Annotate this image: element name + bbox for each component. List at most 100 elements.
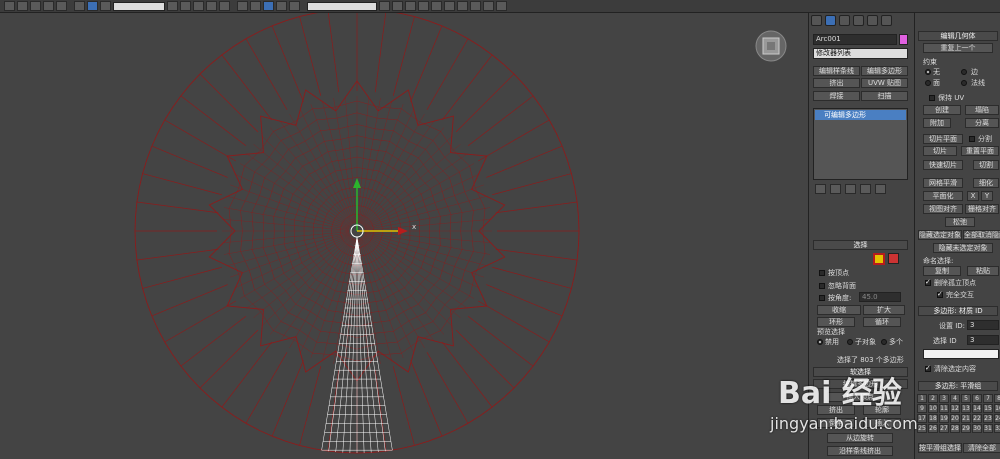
extrude-modifier-button[interactable]: 挤出	[813, 78, 860, 88]
collapse-button[interactable]: 塌陷	[965, 105, 999, 115]
create-tab-icon[interactable]	[811, 15, 822, 26]
split-checkbox[interactable]	[969, 136, 975, 142]
smoothing-group-25-button[interactable]: 25	[917, 424, 927, 433]
smoothing-group-9-button[interactable]: 9	[917, 404, 927, 413]
smoothing-group-18-button[interactable]: 18	[928, 414, 938, 423]
smoothing-group-19-button[interactable]: 19	[939, 414, 949, 423]
constraint-edge-radio[interactable]	[961, 69, 967, 75]
slice-plane-button[interactable]: 切片平面	[923, 134, 963, 144]
relax-button[interactable]: 松弛	[945, 217, 975, 227]
clear-selection-checkbox[interactable]	[925, 364, 931, 372]
insert-vertex-button[interactable]: 插入顶点	[827, 392, 893, 402]
rotate-icon[interactable]	[206, 1, 217, 11]
smoothing-group-12-button[interactable]: 12	[950, 404, 960, 413]
paste-button[interactable]: 粘贴	[967, 266, 999, 276]
uvw-map-button[interactable]: UVW 贴图	[861, 78, 908, 88]
smoothing-group-32-button[interactable]: 32	[994, 424, 1000, 433]
smoothing-group-10-button[interactable]: 10	[928, 404, 938, 413]
smoothing-group-31-button[interactable]: 31	[983, 424, 993, 433]
align-icon[interactable]	[392, 1, 403, 11]
select-by-sg-button[interactable]: 按平滑组选择	[918, 443, 962, 453]
extrude-along-spline-button[interactable]: 沿样条线挤出	[827, 446, 893, 456]
selection-rollout-header[interactable]: 选择	[813, 240, 908, 250]
smoothing-group-8-button[interactable]: 8	[994, 394, 1000, 403]
smoothing-group-5-button[interactable]: 5	[961, 394, 971, 403]
preserve-uv-checkbox[interactable]	[929, 95, 935, 101]
edit-geometry-rollout-header[interactable]: 编辑几何体	[918, 31, 998, 41]
object-name-field[interactable]: Arc001	[813, 34, 897, 45]
link-icon[interactable]	[30, 1, 41, 11]
teapot-render-icon[interactable]	[496, 1, 507, 11]
display-tab-icon[interactable]	[867, 15, 878, 26]
edit-poly-button[interactable]: 编辑多边形	[861, 66, 908, 76]
smoothing-group-2-button[interactable]: 2	[928, 394, 938, 403]
edit-spline-button[interactable]: 编辑样条线	[813, 66, 860, 76]
schematic-icon[interactable]	[431, 1, 442, 11]
material-name-dropdown[interactable]	[923, 349, 999, 359]
angle-snap-icon[interactable]	[276, 1, 287, 11]
smoothing-group-16-button[interactable]: 16	[994, 404, 1000, 413]
border-level-icon[interactable]	[859, 253, 870, 264]
smoothing-group-6-button[interactable]: 6	[972, 394, 982, 403]
smoothing-group-20-button[interactable]: 20	[950, 414, 960, 423]
reference-coord-icon[interactable]	[237, 1, 248, 11]
pin-stack-icon[interactable]	[815, 184, 826, 194]
vertex-level-icon[interactable]	[831, 253, 842, 264]
smoothing-group-3-button[interactable]: 3	[939, 394, 949, 403]
delete-isolated-checkbox[interactable]	[925, 278, 931, 286]
smoothing-group-21-button[interactable]: 21	[961, 414, 971, 423]
preview-disabled-radio[interactable]	[817, 339, 823, 345]
tessellate-button[interactable]: 细化	[973, 178, 999, 188]
detach-button[interactable]: 分离	[965, 118, 999, 128]
sweep-button[interactable]: 扫描	[861, 91, 908, 101]
smoothing-group-15-button[interactable]: 15	[983, 404, 993, 413]
smoothing-group-13-button[interactable]: 13	[961, 404, 971, 413]
lathe-button[interactable]: 焊接	[813, 91, 860, 101]
cut-button[interactable]: 切割	[973, 160, 999, 170]
angle-value-field[interactable]: 45.0	[859, 292, 901, 302]
move-icon[interactable]	[193, 1, 204, 11]
smoothing-groups-rollout-header[interactable]: 多边形: 平滑组	[918, 381, 998, 391]
loop-button[interactable]: 循环	[863, 317, 901, 327]
snap-icon[interactable]	[263, 1, 274, 11]
material-ids-rollout-header[interactable]: 多边形: 材质 ID	[918, 306, 998, 316]
render-icon[interactable]	[483, 1, 494, 11]
planarize-y-button[interactable]: Y	[981, 191, 993, 201]
repeat-last-button[interactable]: 重复上一个	[923, 43, 993, 53]
planarize-button[interactable]: 平面化	[923, 191, 963, 201]
scale-icon[interactable]	[219, 1, 230, 11]
polygon-level-icon[interactable]	[873, 253, 885, 265]
bevel-button[interactable]: 倒角	[817, 418, 855, 428]
modifier-list-dropdown[interactable]: 修改器列表	[813, 48, 908, 59]
element-level-icon[interactable]	[888, 253, 899, 264]
grid-align-button[interactable]: 栅格对齐	[965, 204, 999, 214]
constraint-normal-radio[interactable]	[961, 80, 967, 86]
arc-wireframe[interactable]	[134, 13, 580, 454]
smoothing-group-23-button[interactable]: 23	[983, 414, 993, 423]
show-end-result-icon[interactable]	[830, 184, 841, 194]
inset-button[interactable]: 插入	[863, 418, 901, 428]
remove-modifier-icon[interactable]	[860, 184, 871, 194]
render-frame-icon[interactable]	[470, 1, 481, 11]
hide-unselected-button[interactable]: 隐藏未选定对象	[933, 243, 993, 253]
clear-all-button[interactable]: 清除全部	[963, 443, 1000, 453]
curve-editor-icon[interactable]	[418, 1, 429, 11]
by-angle-checkbox[interactable]	[819, 295, 825, 301]
modify-tab-icon[interactable]	[825, 15, 836, 26]
named-selection-dropdown[interactable]	[307, 1, 377, 11]
outline-button[interactable]: 轮廓	[863, 405, 901, 415]
full-interactivity-checkbox[interactable]	[937, 290, 943, 298]
slice-button[interactable]: 切片	[923, 146, 957, 156]
create-button[interactable]: 创建	[923, 105, 961, 115]
material-editor-icon[interactable]	[444, 1, 455, 11]
selection-filter-icon[interactable]	[87, 1, 98, 11]
mirror-icon[interactable]	[379, 1, 390, 11]
bind-icon[interactable]	[56, 1, 67, 11]
perspective-viewport[interactable]: x	[0, 13, 808, 459]
hide-selected-button[interactable]: 隐藏选定对象	[918, 230, 962, 240]
configure-sets-icon[interactable]	[875, 184, 886, 194]
ring-button[interactable]: 环形	[817, 317, 855, 327]
hinge-from-edge-button[interactable]: 从边旋转	[827, 433, 893, 443]
undo-icon[interactable]	[4, 1, 15, 11]
layer-icon[interactable]	[405, 1, 416, 11]
